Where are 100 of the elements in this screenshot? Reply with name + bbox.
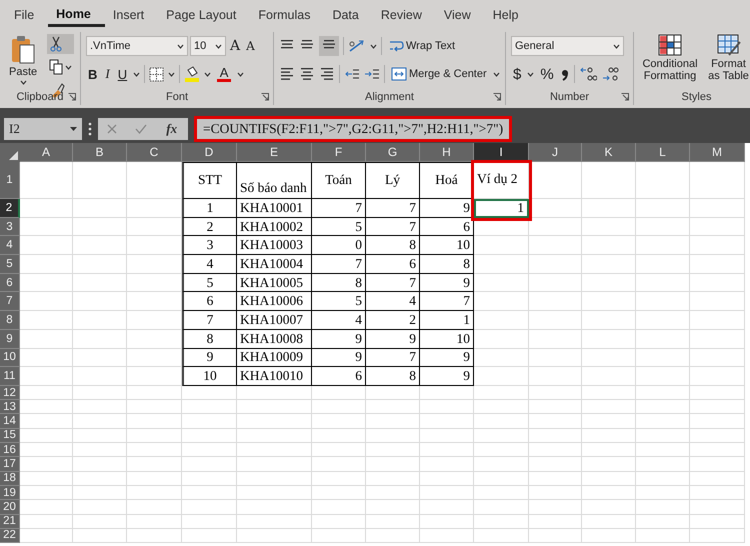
menu-tab[interactable]: File: [6, 2, 48, 28]
empty-cell[interactable]: [366, 472, 420, 486]
empty-cell[interactable]: [237, 443, 312, 458]
caret-icon[interactable]: [613, 44, 620, 48]
empty-cell[interactable]: [529, 348, 582, 368]
empty-cell[interactable]: [690, 386, 745, 400]
empty-cell[interactable]: [182, 414, 237, 429]
row-header[interactable]: 5: [0, 255, 20, 274]
empty-cell[interactable]: [182, 457, 237, 472]
empty-cell[interactable]: [420, 514, 474, 529]
empty-cell[interactable]: [366, 386, 420, 400]
dialog-launcher-icon[interactable]: [621, 93, 629, 101]
empty-cell[interactable]: [127, 457, 182, 472]
formula-field[interactable]: =COUNTIFS(F2:F11,">7",G2:G11,">7",H2:H11,">7"): [194, 116, 512, 142]
empty-cell[interactable]: [127, 400, 182, 414]
empty-cell[interactable]: [690, 274, 745, 292]
empty-cell[interactable]: [582, 486, 636, 500]
empty-cell[interactable]: [690, 528, 745, 544]
empty-cell[interactable]: [127, 311, 182, 330]
empty-cell[interactable]: [73, 500, 127, 515]
result-cell[interactable]: 1: [474, 199, 529, 218]
column-header[interactable]: E: [237, 143, 312, 162]
empty-cell[interactable]: [127, 162, 182, 199]
menu-tab[interactable]: Page Layout: [158, 2, 250, 28]
empty-cell[interactable]: [127, 443, 182, 458]
empty-cell[interactable]: [690, 472, 745, 486]
row-header[interactable]: 2: [0, 199, 20, 218]
menu-tab[interactable]: Home: [48, 3, 105, 27]
empty-cell[interactable]: [529, 274, 582, 292]
empty-cell[interactable]: [127, 414, 182, 429]
row-header[interactable]: 20: [0, 500, 20, 515]
empty-cell[interactable]: [127, 199, 182, 218]
empty-cell[interactable]: [312, 386, 366, 400]
column-header[interactable]: B: [73, 143, 127, 162]
empty-cell[interactable]: [420, 400, 474, 414]
empty-cell[interactable]: [474, 514, 529, 529]
empty-cell[interactable]: [529, 311, 582, 330]
wrap-text-button[interactable]: Wrap Text: [386, 36, 458, 56]
font-size-dropdown[interactable]: 10: [190, 36, 226, 56]
conditional-formatting-button[interactable]: Conditional Formatting: [639, 32, 701, 90]
align-left-icon[interactable]: [279, 66, 295, 82]
empty-cell[interactable]: [529, 330, 582, 348]
empty-cell[interactable]: [529, 443, 582, 458]
column-header[interactable]: D: [182, 143, 237, 162]
empty-cell[interactable]: [366, 400, 420, 414]
font-color-button[interactable]: A: [215, 64, 234, 84]
caret-icon[interactable]: [204, 72, 212, 76]
empty-cell[interactable]: [582, 500, 636, 515]
empty-cell[interactable]: [582, 236, 636, 256]
empty-cell[interactable]: [73, 428, 127, 444]
underline-button[interactable]: U: [116, 64, 130, 84]
empty-cell[interactable]: [420, 386, 474, 400]
empty-cell[interactable]: [182, 443, 237, 458]
empty-cell[interactable]: [582, 199, 636, 218]
empty-cell[interactable]: [73, 162, 127, 199]
column-header[interactable]: H: [420, 143, 474, 162]
empty-cell[interactable]: [582, 162, 636, 199]
empty-cell[interactable]: [636, 311, 690, 330]
fill-color-icon[interactable]: [184, 66, 200, 82]
empty-cell[interactable]: [690, 162, 745, 199]
empty-cell[interactable]: [636, 400, 690, 414]
column-header[interactable]: G: [366, 143, 420, 162]
empty-cell[interactable]: [73, 330, 127, 348]
row-header[interactable]: 1: [0, 162, 20, 199]
empty-cell[interactable]: [636, 236, 690, 256]
empty-cell[interactable]: [127, 218, 182, 236]
empty-cell[interactable]: [636, 199, 690, 218]
empty-cell[interactable]: [182, 386, 237, 400]
empty-cell[interactable]: [636, 348, 690, 368]
empty-cell[interactable]: [582, 255, 636, 274]
empty-cell[interactable]: [73, 486, 127, 500]
menu-tab[interactable]: View: [436, 2, 485, 28]
empty-cell[interactable]: [474, 486, 529, 500]
empty-cell[interactable]: [474, 330, 529, 348]
empty-cell[interactable]: [127, 500, 182, 515]
empty-cell[interactable]: [690, 400, 745, 414]
empty-cell[interactable]: [582, 428, 636, 444]
empty-cell[interactable]: [237, 500, 312, 515]
dialog-launcher-icon[interactable]: [68, 93, 76, 101]
empty-cell[interactable]: [636, 414, 690, 429]
empty-cell[interactable]: [474, 348, 529, 368]
empty-cell[interactable]: [474, 400, 529, 414]
empty-cell[interactable]: [474, 443, 529, 458]
empty-cell[interactable]: [73, 199, 127, 218]
empty-cell[interactable]: [312, 414, 366, 429]
decrease-decimal-icon[interactable]: [600, 66, 619, 82]
menu-tab[interactable]: Formulas: [250, 2, 324, 28]
empty-cell[interactable]: [474, 255, 529, 274]
empty-cell[interactable]: [127, 236, 182, 256]
empty-cell[interactable]: [582, 386, 636, 400]
empty-cell[interactable]: [312, 528, 366, 544]
row-header[interactable]: 9: [0, 330, 20, 348]
empty-cell[interactable]: [312, 514, 366, 529]
align-right-icon[interactable]: [319, 66, 335, 82]
empty-cell[interactable]: [636, 162, 690, 199]
empty-cell[interactable]: [690, 428, 745, 444]
empty-cell[interactable]: [582, 292, 636, 312]
row-header[interactable]: 4: [0, 236, 20, 256]
empty-cell[interactable]: [474, 386, 529, 400]
empty-cell[interactable]: [690, 236, 745, 256]
